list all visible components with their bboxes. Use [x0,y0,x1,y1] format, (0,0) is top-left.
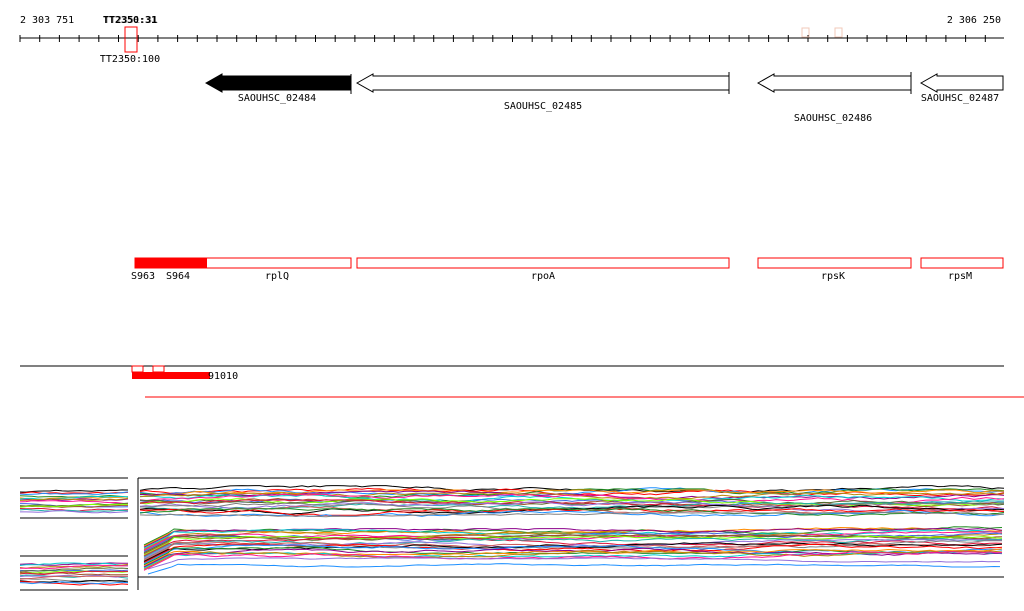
annotation-label: rpsM [948,271,972,282]
gene-label: SAOUHSC_02484 [238,93,316,104]
coordinate-ruler: 2 303 751 2 306 250 [19,15,1004,42]
annotation-label: rpsK [821,271,845,282]
ruler-end-label: 2 306 250 [947,15,1001,26]
annotation-box-rpoa[interactable] [356,257,730,269]
probe-top-label-overlap: TT2351:31 [104,15,158,26]
segment-label: 91010 [208,371,238,382]
genome-browser-view: 2 303 751 2 306 250 TT2350:31 TT2351:31 … [0,0,1024,611]
annotation-track: S963 S964 rplQ rpoA rpsK rpsM [131,257,1004,282]
expression-trace [19,500,129,505]
feature-label: S963 [131,271,155,282]
probe-marker[interactable] [124,26,138,53]
gene-track: SAOUHSC_02484 SAOUHSC_02485 SAOUHSC_0248… [204,72,1004,124]
gene-label: SAOUHSC_02487 [921,93,999,104]
genome-track-canvas: 2 303 751 2 306 250 TT2350:31 TT2351:31 … [19,15,1024,591]
gene-label: SAOUHSC_02485 [504,101,582,112]
annotation-label: rplQ [265,271,289,282]
expression-traces [19,485,1005,586]
gene-label: SAOUHSC_02486 [794,113,872,124]
annotation-box-rpsm[interactable] [920,257,1004,269]
feature-label: S964 [166,271,190,282]
segment-bar[interactable] [132,372,210,379]
segment-small-box[interactable] [152,365,165,373]
probe-track[interactable]: TT2350:31 TT2351:31 TT2350:100 [100,15,843,65]
gene-arrow-saouhsc-02485[interactable] [355,73,730,93]
expression-trace [147,557,1000,570]
gene-arrow-saouhsc-02486[interactable] [756,73,912,93]
segment-small-box[interactable] [131,365,144,373]
probe-bottom-label: TT2350:100 [100,54,160,65]
annotation-box-rpsk[interactable] [757,257,912,269]
probe-ghost-marker[interactable] [834,27,843,38]
expression-trace [19,489,129,493]
expression-trace [147,563,1001,575]
segment-track: 91010 [20,365,1024,398]
feature-bar-filled[interactable] [135,258,207,268]
gene-arrow-saouhsc-02487[interactable] [919,73,1004,93]
annotation-label: rpoA [531,271,555,282]
gene-arrow-saouhsc-02484[interactable] [204,73,352,93]
expression-panels [19,477,1005,591]
ruler-start-label: 2 303 751 [20,15,74,26]
